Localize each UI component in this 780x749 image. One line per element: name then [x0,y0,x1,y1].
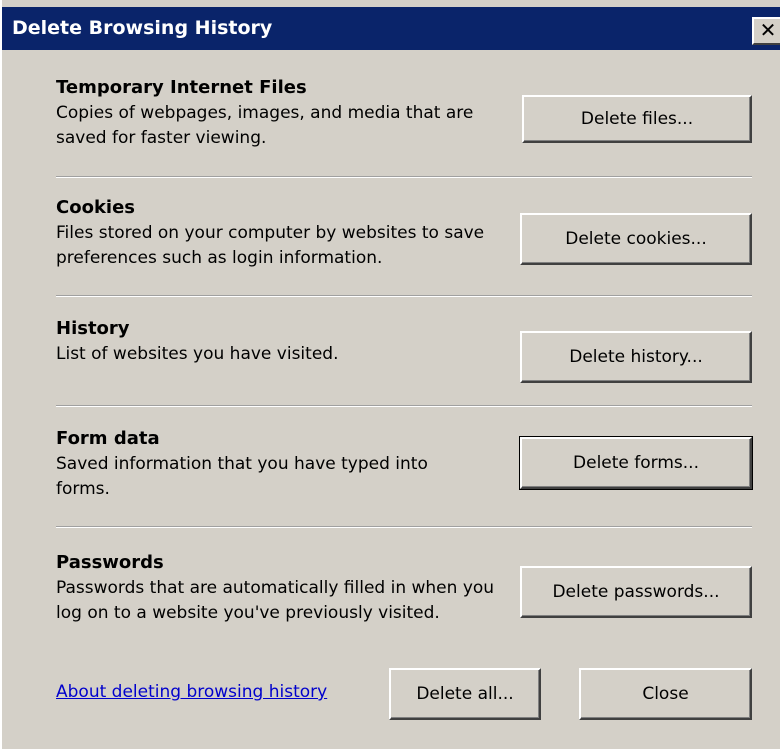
section-divider [56,295,752,297]
delete-cookies-button[interactable]: Delete cookies... [520,213,752,265]
section-divider [56,405,752,407]
delete-passwords-button[interactable]: Delete passwords... [520,566,752,618]
section-cookies: Cookies Files stored on your computer by… [56,195,516,271]
title-bar: Delete Browsing History ✕ [2,7,780,50]
section-description: Passwords that are automatically filled … [56,578,495,623]
delete-all-button[interactable]: Delete all... [389,668,541,720]
section-heading: Passwords [56,552,164,573]
section-temporary-internet-files: Temporary Internet Files Copies of webpa… [56,75,516,151]
section-history: History List of websites you have visite… [56,316,516,367]
section-heading: Temporary Internet Files [56,77,307,98]
section-divider [56,176,752,178]
section-description: Copies of webpages, images, and media th… [56,103,474,148]
section-form-data: Form data Saved information that you hav… [56,426,516,502]
window-title: Delete Browsing History [12,17,273,39]
section-description: Files stored on your computer by website… [56,223,485,268]
section-heading: Form data [56,428,160,449]
section-heading: History [56,318,130,339]
delete-files-button[interactable]: Delete files... [522,95,752,143]
section-description: Saved information that you have typed in… [56,454,428,499]
delete-browsing-history-dialog: Delete Browsing History ✕ Temporary Inte… [0,0,780,749]
section-description: List of websites you have visited. [56,344,339,364]
close-window-button[interactable]: ✕ [752,17,780,45]
delete-history-button[interactable]: Delete history... [520,331,752,383]
section-heading: Cookies [56,197,136,218]
about-deleting-history-link[interactable]: About deleting browsing history [56,682,327,702]
close-icon: ✕ [759,18,777,42]
delete-forms-button[interactable]: Delete forms... [519,436,753,490]
section-passwords: Passwords Passwords that are automatical… [56,550,516,626]
close-button[interactable]: Close [579,668,752,720]
section-divider [56,526,752,528]
